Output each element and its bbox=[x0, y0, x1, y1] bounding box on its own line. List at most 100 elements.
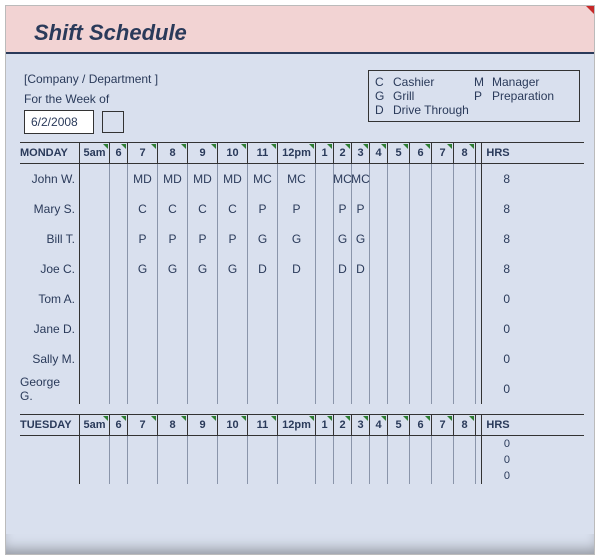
shift-cell[interactable]: C bbox=[158, 194, 188, 224]
shift-cell[interactable] bbox=[218, 436, 248, 452]
shift-cell[interactable] bbox=[110, 194, 128, 224]
shift-cell[interactable] bbox=[278, 452, 316, 468]
shift-cell[interactable] bbox=[128, 436, 158, 452]
shift-cell[interactable]: G bbox=[248, 224, 278, 254]
shift-cell[interactable] bbox=[370, 436, 388, 452]
shift-cell[interactable] bbox=[388, 194, 410, 224]
shift-cell[interactable] bbox=[316, 284, 334, 314]
shift-cell[interactable] bbox=[110, 254, 128, 284]
shift-cell[interactable] bbox=[248, 284, 278, 314]
shift-cell[interactable]: G bbox=[128, 254, 158, 284]
shift-cell[interactable]: G bbox=[188, 254, 218, 284]
shift-cell[interactable] bbox=[110, 314, 128, 344]
shift-cell[interactable] bbox=[248, 344, 278, 374]
shift-cell[interactable] bbox=[188, 436, 218, 452]
shift-cell[interactable] bbox=[80, 374, 110, 404]
shift-cell[interactable] bbox=[80, 284, 110, 314]
shift-cell[interactable] bbox=[188, 452, 218, 468]
shift-cell[interactable] bbox=[454, 374, 476, 404]
shift-cell[interactable] bbox=[128, 284, 158, 314]
shift-cell[interactable] bbox=[410, 436, 432, 452]
shift-cell[interactable] bbox=[316, 164, 334, 194]
shift-cell[interactable] bbox=[454, 468, 476, 484]
shift-cell[interactable] bbox=[352, 452, 370, 468]
shift-cell[interactable] bbox=[110, 436, 128, 452]
shift-cell[interactable] bbox=[410, 468, 432, 484]
shift-cell[interactable]: D bbox=[334, 254, 352, 284]
shift-cell[interactable] bbox=[218, 314, 248, 344]
shift-cell[interactable] bbox=[316, 224, 334, 254]
shift-cell[interactable] bbox=[370, 254, 388, 284]
shift-cell[interactable] bbox=[188, 468, 218, 484]
shift-cell[interactable] bbox=[334, 468, 352, 484]
shift-cell[interactable] bbox=[410, 452, 432, 468]
shift-cell[interactable] bbox=[110, 284, 128, 314]
shift-cell[interactable] bbox=[316, 468, 334, 484]
shift-cell[interactable]: P bbox=[278, 194, 316, 224]
shift-cell[interactable] bbox=[80, 344, 110, 374]
shift-cell[interactable] bbox=[432, 468, 454, 484]
shift-cell[interactable]: MC bbox=[278, 164, 316, 194]
shift-cell[interactable] bbox=[432, 436, 454, 452]
shift-cell[interactable] bbox=[316, 374, 334, 404]
shift-cell[interactable] bbox=[370, 224, 388, 254]
shift-cell[interactable] bbox=[218, 284, 248, 314]
shift-cell[interactable]: P bbox=[352, 194, 370, 224]
shift-cell[interactable] bbox=[218, 468, 248, 484]
shift-cell[interactable] bbox=[248, 314, 278, 344]
shift-cell[interactable] bbox=[80, 164, 110, 194]
shift-cell[interactable] bbox=[158, 452, 188, 468]
shift-cell[interactable] bbox=[80, 436, 110, 452]
shift-cell[interactable]: G bbox=[278, 224, 316, 254]
shift-cell[interactable] bbox=[316, 194, 334, 224]
shift-cell[interactable] bbox=[388, 468, 410, 484]
shift-cell[interactable]: MD bbox=[218, 164, 248, 194]
shift-cell[interactable]: D bbox=[278, 254, 316, 284]
shift-cell[interactable] bbox=[432, 254, 454, 284]
shift-cell[interactable] bbox=[388, 224, 410, 254]
shift-cell[interactable] bbox=[352, 344, 370, 374]
shift-cell[interactable] bbox=[370, 468, 388, 484]
shift-cell[interactable] bbox=[454, 164, 476, 194]
shift-cell[interactable] bbox=[454, 254, 476, 284]
shift-cell[interactable] bbox=[158, 468, 188, 484]
shift-cell[interactable] bbox=[334, 284, 352, 314]
shift-cell[interactable] bbox=[370, 284, 388, 314]
shift-cell[interactable] bbox=[370, 194, 388, 224]
shift-cell[interactable] bbox=[352, 284, 370, 314]
shift-cell[interactable] bbox=[248, 452, 278, 468]
shift-cell[interactable] bbox=[218, 374, 248, 404]
shift-cell[interactable] bbox=[370, 452, 388, 468]
shift-cell[interactable] bbox=[410, 224, 432, 254]
shift-cell[interactable]: P bbox=[218, 224, 248, 254]
shift-cell[interactable] bbox=[316, 254, 334, 284]
shift-cell[interactable] bbox=[110, 452, 128, 468]
shift-cell[interactable] bbox=[110, 224, 128, 254]
shift-cell[interactable] bbox=[388, 344, 410, 374]
shift-cell[interactable]: MD bbox=[128, 164, 158, 194]
shift-cell[interactable] bbox=[128, 452, 158, 468]
shift-cell[interactable] bbox=[410, 164, 432, 194]
shift-cell[interactable]: P bbox=[128, 224, 158, 254]
shift-cell[interactable] bbox=[432, 314, 454, 344]
shift-cell[interactable]: MC bbox=[334, 164, 352, 194]
shift-cell[interactable] bbox=[80, 314, 110, 344]
shift-cell[interactable] bbox=[454, 344, 476, 374]
shift-cell[interactable] bbox=[278, 284, 316, 314]
shift-cell[interactable] bbox=[432, 224, 454, 254]
shift-cell[interactable] bbox=[248, 468, 278, 484]
shift-cell[interactable] bbox=[128, 344, 158, 374]
shift-cell[interactable] bbox=[410, 374, 432, 404]
shift-cell[interactable] bbox=[278, 436, 316, 452]
shift-cell[interactable] bbox=[388, 374, 410, 404]
week-date-aux-box[interactable] bbox=[102, 111, 124, 133]
shift-cell[interactable] bbox=[278, 374, 316, 404]
shift-cell[interactable] bbox=[110, 344, 128, 374]
shift-cell[interactable]: D bbox=[352, 254, 370, 284]
shift-cell[interactable]: MD bbox=[158, 164, 188, 194]
shift-cell[interactable]: D bbox=[248, 254, 278, 284]
shift-cell[interactable] bbox=[410, 194, 432, 224]
shift-cell[interactable] bbox=[432, 284, 454, 314]
shift-cell[interactable] bbox=[454, 194, 476, 224]
shift-cell[interactable]: MC bbox=[352, 164, 370, 194]
